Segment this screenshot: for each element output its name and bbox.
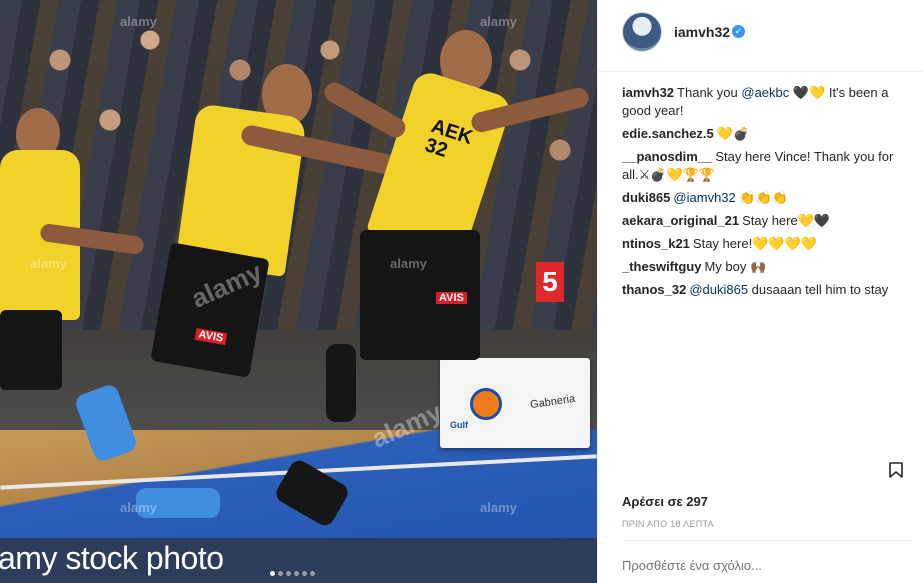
- divider: [622, 540, 912, 541]
- mention-link[interactable]: @aekbc: [741, 85, 789, 100]
- player-shorts: AVIS: [360, 230, 480, 360]
- post-sidebar: iamvh32 ✓ iamvh32 Thank you @aekbc 🖤💛 It'…: [597, 0, 923, 583]
- player-shorts: [0, 310, 62, 390]
- jersey-text: AEK 32: [422, 115, 476, 162]
- gulf-logo-icon: [470, 388, 502, 420]
- post-timestamp: ΠΡΙΝ ΑΠΟ 18 ΛΕΠΤΑ: [622, 519, 714, 529]
- action-bar: [598, 450, 923, 480]
- watermark: alamy: [390, 256, 427, 271]
- comment-username[interactable]: __panosdim__: [622, 149, 712, 164]
- post-header: iamvh32 ✓: [598, 0, 923, 72]
- comment-item: ntinos_k21 Stay here!💛💛💛💛: [622, 235, 912, 253]
- sponsor-label: AVIS: [194, 327, 228, 346]
- carousel-indicator[interactable]: [270, 571, 315, 576]
- carousel-dot[interactable]: [302, 571, 307, 576]
- comment-text: Stay here!💛💛💛💛: [692, 236, 817, 251]
- carousel-dot[interactable]: [310, 571, 315, 576]
- comment-text: Stay here💛🖤: [742, 213, 831, 228]
- watermark: alamy: [120, 500, 157, 515]
- mention-link[interactable]: @iamvh32: [673, 190, 735, 205]
- post-photo[interactable]: Gulf Gabneria 5 AVIS AEK 32 AVIS alamy a…: [0, 0, 597, 583]
- comment-item: _theswiftguy My boy 🙌🏾: [622, 258, 912, 276]
- comment-text: 💛💣: [716, 126, 750, 141]
- comment-username[interactable]: duki865: [622, 190, 670, 205]
- verified-badge-icon: ✓: [732, 25, 745, 38]
- comment-text: Thank you: [677, 85, 742, 100]
- comment-item: iamvh32 Thank you @aekbc 🖤💛 It's been a g…: [622, 84, 912, 120]
- watermark-caption: amy stock photo: [0, 540, 224, 576]
- likes-count[interactable]: Αρέσει σε 297: [622, 494, 708, 509]
- watermark: alamy: [480, 14, 517, 29]
- board-brand-2: Gabneria: [529, 392, 576, 412]
- comment-item: edie.sanchez.5 💛💣: [622, 125, 912, 143]
- comment-username[interactable]: edie.sanchez.5: [622, 126, 714, 141]
- comment-username[interactable]: ntinos_k21: [622, 236, 690, 251]
- watermark: alamy: [480, 500, 517, 515]
- carousel-dot[interactable]: [278, 571, 283, 576]
- comment-username[interactable]: thanos_32: [622, 282, 686, 297]
- comment-item: __panosdim__ Stay here Vince! Thank you f…: [622, 148, 912, 184]
- board-number: 5: [536, 262, 564, 302]
- comment-username[interactable]: iamvh32: [622, 85, 674, 100]
- sponsor-label: AVIS: [436, 292, 467, 304]
- avatar[interactable]: [622, 12, 662, 52]
- comment-username[interactable]: aekara_original_21: [622, 213, 739, 228]
- player-shoe: [326, 344, 356, 422]
- comment-text: My boy 🙌🏾: [704, 259, 767, 274]
- comment-text: 👏👏👏: [735, 190, 788, 205]
- carousel-dot[interactable]: [286, 571, 291, 576]
- add-comment-input[interactable]: [622, 558, 912, 573]
- comment-text: dusaaan tell him to stay: [748, 282, 889, 297]
- comment-item: thanos_32 @duki865 dusaaan tell him to st…: [622, 281, 912, 299]
- bookmark-icon[interactable]: [889, 462, 903, 478]
- comments-list: iamvh32 Thank you @aekbc 🖤💛 It's been a g…: [622, 84, 912, 304]
- watermark: alamy: [120, 14, 157, 29]
- board-brand-gulf: Gulf: [450, 420, 468, 430]
- sponsor-board: Gulf Gabneria: [440, 358, 590, 448]
- carousel-dot[interactable]: [294, 571, 299, 576]
- carousel-dot[interactable]: [270, 571, 275, 576]
- mention-link[interactable]: @duki865: [689, 282, 748, 297]
- watermark: alamy: [30, 256, 67, 271]
- comment-item: aekara_original_21 Stay here💛🖤: [622, 212, 912, 230]
- comment-item: duki865 @iamvh32 👏👏👏: [622, 189, 912, 207]
- post-username[interactable]: iamvh32: [674, 24, 730, 40]
- comment-username[interactable]: _theswiftguy: [622, 259, 701, 274]
